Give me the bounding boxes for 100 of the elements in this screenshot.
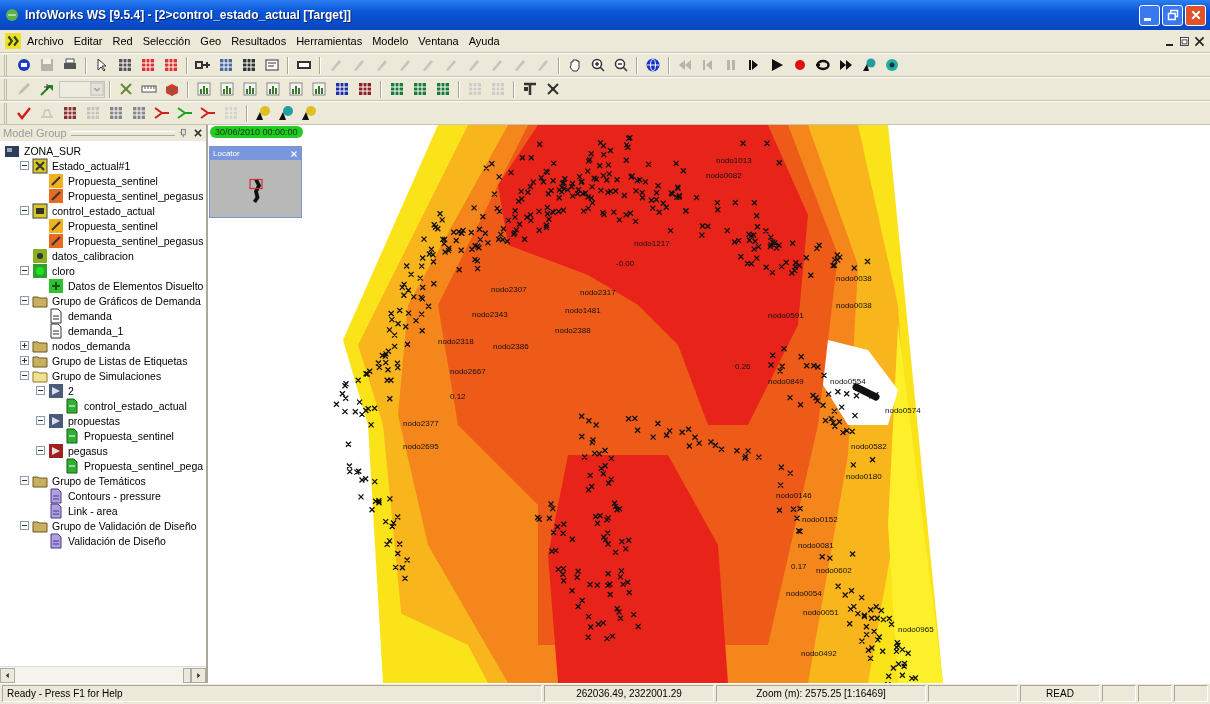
tree-item[interactable]: Validación de Diseño [67,534,167,547]
close-icon [1193,34,1206,48]
coordinates-readout: 262036.49, 2322001.29 [576,688,682,699]
menu-item[interactable]: Resultados [226,33,292,49]
tree-item[interactable]: Propuesta_sentinel_pegasus [67,189,205,202]
tree-item[interactable]: Propuesta_sentinel [83,429,175,442]
status-message: Ready - Press F1 for Help [7,688,123,699]
calibration-icon [32,247,48,264]
collapse-icon[interactable] [20,266,29,275]
node-label: nodo0180 [846,472,882,481]
grid-icon [490,81,506,97]
tree-item[interactable]: nodos_demanda [51,339,132,352]
scenario-icon [48,217,64,234]
theme-icon [48,487,64,504]
hand-icon [567,57,583,73]
tree-item[interactable]: control_estado_actual [83,399,188,412]
scroll-left-button[interactable] [0,667,15,683]
node-label: nodo2377 [403,419,439,428]
tree-item[interactable]: Datos de Elementos Disuelto [67,279,205,292]
tree-item[interactable]: 2 [67,384,75,397]
collapse-icon[interactable] [20,296,29,305]
collapse-icon[interactable] [36,386,45,395]
cube-icon [164,81,180,97]
menu-item[interactable]: Herramientas [291,33,368,49]
grid-icon [435,81,451,97]
expand-icon[interactable] [20,341,29,350]
tree-item[interactable]: propuestas [67,414,121,427]
menu-item[interactable]: Ayuda [463,33,505,49]
close-icon [290,149,298,158]
node-label: nodo0965 [898,625,934,634]
tree-item[interactable]: cloro [51,264,76,277]
collapse-icon[interactable] [36,446,45,455]
select-icon [140,57,156,73]
menu-item[interactable]: Selección [137,33,196,49]
menu-item[interactable]: Editar [68,33,108,49]
branch-icon [154,105,170,121]
chart-icon [265,81,281,97]
collapse-icon[interactable] [20,476,29,485]
tree-item[interactable]: Grupo de Listas de Etiquetas [51,354,189,367]
node-label: nodo1217 [634,239,670,248]
tree-item[interactable]: Propuesta_sentinel_pegasus [67,234,205,247]
control-icon [32,202,48,219]
menu-item[interactable]: Archivo [22,33,69,49]
minimize-icon [1144,17,1151,21]
scenario-icon [48,172,64,189]
scroll-right-button[interactable] [191,667,206,683]
collapse-icon[interactable] [36,416,45,425]
right-arrow-icon [195,671,202,679]
scenario-alt-icon [48,232,64,249]
collapse-icon[interactable] [20,161,29,170]
tree-item[interactable]: demanda [67,309,113,322]
expand-icon[interactable] [20,356,29,365]
tree-item[interactable]: ZONA_SUR [23,144,83,157]
edit-icon [443,57,459,73]
edit-icon [328,57,344,73]
pollutant-icon [32,262,48,279]
menu-item[interactable]: Ventana [413,33,464,49]
tree-item[interactable]: Propuesta_sentinel [67,174,159,187]
tree-item[interactable]: Grupo de Simulaciones [51,369,163,382]
tree-item[interactable]: Contours - pressure [67,489,162,502]
tree-item[interactable]: pegasus [67,444,109,457]
collapse-icon[interactable] [20,371,29,380]
edit-icon [374,57,390,73]
tree-item[interactable]: control_estado_actual [51,204,156,217]
tree-item[interactable]: demanda_1 [67,324,125,337]
run-icon [64,397,80,414]
mode-indicator: READ [1046,688,1074,699]
scrollbar-thumb[interactable] [183,667,191,683]
restore-button[interactable] [1162,4,1183,26]
tree-item[interactable]: Grupo de Validación de Diseño [51,519,198,532]
edit-icon [489,57,505,73]
node-label: 0.26 [735,362,751,371]
tree-item[interactable]: Link - area [67,504,119,517]
node-icon [301,105,317,121]
menu-item[interactable]: Modelo [367,33,414,49]
tree-item[interactable]: Grupo de Gráficos de Demanda [51,294,202,307]
tree-item[interactable]: Grupo de Temáticos [51,474,147,487]
tree-item[interactable]: Estado_actual#1 [51,159,132,172]
cross-tool-icon [545,81,561,97]
label-icon [264,57,280,73]
menu-item[interactable]: Geo [195,33,227,49]
select-icon [163,57,179,73]
collapse-icon[interactable] [20,206,29,215]
collapse-icon[interactable] [20,521,29,530]
window-title: InfoWorks WS [9.5.4] - [2>control_estado_actual [Target]] [25,8,352,22]
loop-icon [815,57,831,73]
edit-icon [466,57,482,73]
tree-item[interactable]: datos_calibracion [51,249,135,262]
fast-forward-icon [838,57,854,73]
tree-item[interactable]: Propuesta_sentinel_pega [83,459,205,472]
close-button[interactable] [1185,4,1206,26]
minimize-button[interactable] [1139,4,1160,26]
tree-item[interactable]: Propuesta_sentinel [67,219,159,232]
node-label: nodo0038 [836,301,872,310]
menu-item[interactable]: Red [107,33,138,49]
node-label: nodo2695 [403,442,439,451]
run-icon [64,427,80,444]
chart-icon [288,81,304,97]
play-icon [769,57,785,73]
left-arrow-icon [4,671,11,679]
